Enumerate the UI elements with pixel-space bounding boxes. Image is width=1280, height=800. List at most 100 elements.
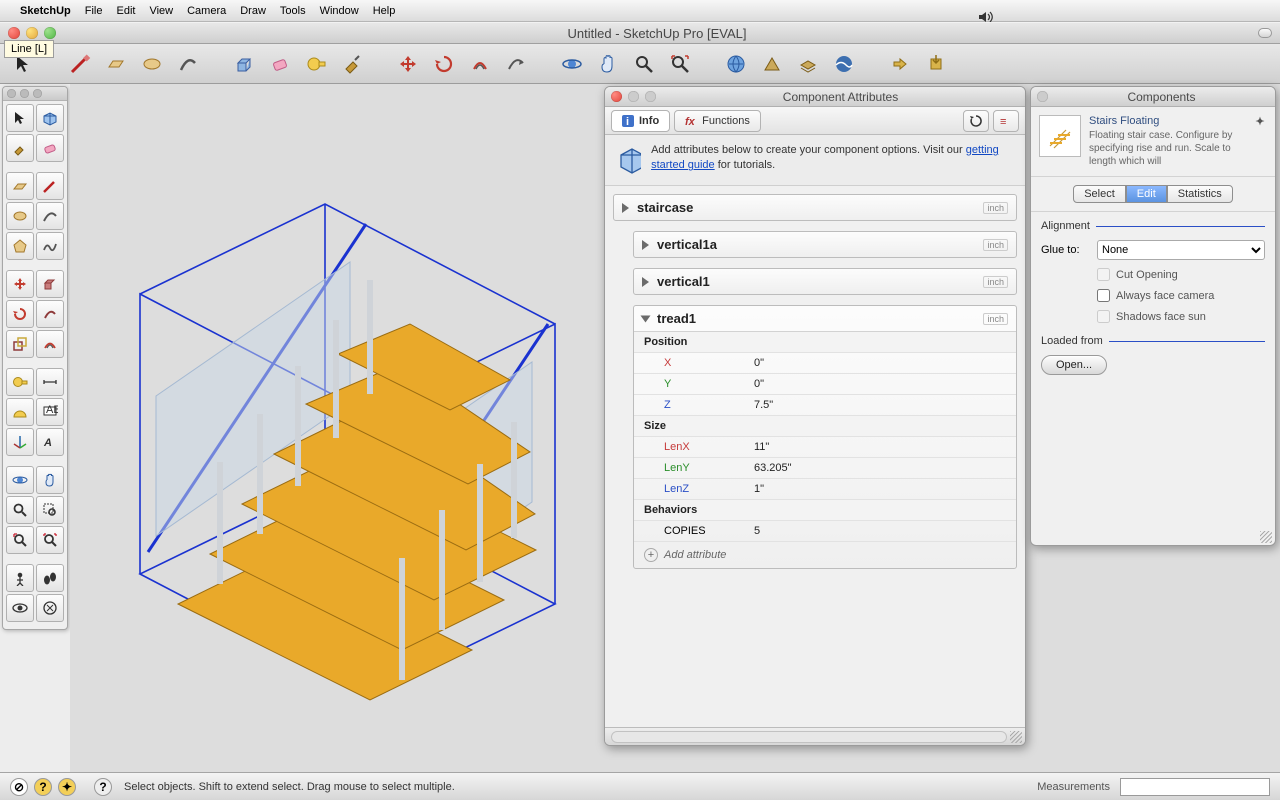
tape-tool[interactable] bbox=[6, 368, 34, 396]
menu-tools[interactable]: Tools bbox=[280, 5, 306, 17]
disclosure-icon[interactable] bbox=[641, 315, 651, 322]
key-lenx[interactable]: LenX bbox=[634, 437, 744, 458]
menu-view[interactable]: View bbox=[149, 5, 173, 17]
zoom-window-tool[interactable] bbox=[36, 496, 64, 524]
shadow-check[interactable]: Shadows face sun bbox=[1041, 310, 1265, 323]
cut-opening-check[interactable]: Cut Opening bbox=[1041, 268, 1265, 281]
measurements-input[interactable] bbox=[1120, 778, 1270, 796]
rectangle-tool[interactable] bbox=[6, 172, 34, 200]
arc-tool-icon[interactable] bbox=[174, 50, 202, 78]
attr-row-vertical1a[interactable]: vertical1ainch bbox=[633, 231, 1017, 258]
axes-tool[interactable] bbox=[6, 428, 34, 456]
menu-camera[interactable]: Camera bbox=[187, 5, 226, 17]
glue-select[interactable]: None bbox=[1097, 240, 1265, 260]
key-copies[interactable]: COPIES bbox=[634, 521, 744, 542]
zoom-extents-tool[interactable] bbox=[36, 526, 64, 554]
pan-tool[interactable] bbox=[36, 466, 64, 494]
scrollbar-horizontal[interactable] bbox=[611, 731, 1007, 743]
open-button[interactable]: Open... bbox=[1041, 355, 1107, 375]
resize-grip[interactable] bbox=[1010, 731, 1022, 743]
key-leny[interactable]: LenY bbox=[634, 458, 744, 479]
position-camera-tool[interactable] bbox=[6, 564, 34, 592]
tape-tool-icon[interactable] bbox=[302, 50, 330, 78]
rotate-tool-icon[interactable] bbox=[430, 50, 458, 78]
move-tool-icon[interactable] bbox=[394, 50, 422, 78]
pan-tool-icon[interactable] bbox=[594, 50, 622, 78]
menu-help[interactable]: Help bbox=[373, 5, 396, 17]
resize-grip[interactable] bbox=[1260, 531, 1272, 543]
circle-tool-icon[interactable] bbox=[138, 50, 166, 78]
paint-tool[interactable] bbox=[6, 134, 34, 162]
attr-list[interactable]: staircaseinch vertical1ainch vertical1in… bbox=[605, 186, 1025, 728]
val-y[interactable]: 0" bbox=[744, 374, 1016, 395]
orbit-tool-icon[interactable] bbox=[558, 50, 586, 78]
attr-min-button[interactable] bbox=[628, 91, 639, 102]
window-minimize-button[interactable] bbox=[26, 27, 38, 39]
val-copies[interactable]: 5 bbox=[744, 521, 1016, 542]
google-earth-icon[interactable] bbox=[830, 50, 858, 78]
attr-row-tread1[interactable]: tread1inch Position X0" Y0" Z7.5" Size L… bbox=[633, 305, 1017, 569]
rectangle-tool-icon[interactable] bbox=[102, 50, 130, 78]
components-header[interactable]: Components bbox=[1031, 87, 1275, 107]
tab-edit[interactable]: Edit bbox=[1126, 185, 1167, 203]
get-models-icon[interactable] bbox=[722, 50, 750, 78]
toggle-formula-button[interactable]: ≡ bbox=[993, 110, 1019, 132]
circle-tool[interactable] bbox=[6, 202, 34, 230]
menu-edit[interactable]: Edit bbox=[116, 5, 135, 17]
previous-view-tool[interactable] bbox=[6, 526, 34, 554]
volume-icon[interactable] bbox=[978, 11, 1270, 23]
face-camera-check[interactable]: Always face camera bbox=[1041, 289, 1265, 302]
zoom-tool-icon[interactable] bbox=[630, 50, 658, 78]
text-tool[interactable]: ABC bbox=[36, 398, 64, 426]
freehand-tool[interactable] bbox=[36, 232, 64, 260]
val-lenx[interactable]: 11" bbox=[744, 437, 1016, 458]
share-model-icon[interactable] bbox=[758, 50, 786, 78]
help-icon[interactable]: ? bbox=[94, 778, 112, 796]
paint-tool-icon[interactable] bbox=[338, 50, 366, 78]
attr-row-vertical1[interactable]: vertical1inch bbox=[633, 268, 1017, 295]
disclosure-icon[interactable] bbox=[642, 277, 649, 287]
rotate-tool[interactable] bbox=[6, 300, 34, 328]
walk-tool[interactable] bbox=[36, 564, 64, 592]
toolbar-pill-button[interactable] bbox=[1258, 28, 1272, 38]
polygon-tool[interactable] bbox=[6, 232, 34, 260]
tab-statistics[interactable]: Statistics bbox=[1167, 185, 1233, 203]
window-zoom-button[interactable] bbox=[44, 27, 56, 39]
line-tool[interactable] bbox=[36, 172, 64, 200]
protractor-tool[interactable] bbox=[6, 398, 34, 426]
geo-icon[interactable]: ⊘ bbox=[10, 778, 28, 796]
followme-tool[interactable] bbox=[36, 300, 64, 328]
component-thumb[interactable] bbox=[1039, 115, 1081, 157]
zoom-tool[interactable] bbox=[6, 496, 34, 524]
section-tool[interactable] bbox=[36, 594, 64, 622]
val-lenz[interactable]: 1" bbox=[744, 479, 1016, 500]
orbit-tool[interactable] bbox=[6, 466, 34, 494]
disclosure-icon[interactable] bbox=[642, 240, 649, 250]
arc-tool[interactable] bbox=[36, 202, 64, 230]
key-y[interactable]: Y bbox=[634, 374, 744, 395]
eraser-tool-icon[interactable] bbox=[266, 50, 294, 78]
layers-icon[interactable] bbox=[794, 50, 822, 78]
dimension-tool[interactable] bbox=[36, 368, 64, 396]
claim-icon[interactable]: ✦ bbox=[58, 778, 76, 796]
attr-close-button[interactable] bbox=[611, 91, 622, 102]
offset-tool[interactable] bbox=[36, 330, 64, 358]
line-tool-icon[interactable] bbox=[66, 50, 94, 78]
val-leny[interactable]: 63.205" bbox=[744, 458, 1016, 479]
menu-window[interactable]: Window bbox=[320, 5, 359, 17]
pushpull-tool[interactable] bbox=[36, 270, 64, 298]
attr-panel-header[interactable]: Component Attributes bbox=[605, 87, 1025, 107]
window-close-button[interactable] bbox=[8, 27, 20, 39]
scale-tool[interactable] bbox=[6, 330, 34, 358]
menu-file[interactable]: File bbox=[85, 5, 103, 17]
app-menu[interactable]: SketchUp bbox=[20, 5, 71, 17]
tab-select[interactable]: Select bbox=[1073, 185, 1126, 203]
tab-functions[interactable]: fx Functions bbox=[674, 110, 761, 132]
import-icon[interactable] bbox=[922, 50, 950, 78]
key-lenz[interactable]: LenZ bbox=[634, 479, 744, 500]
component-tool[interactable] bbox=[36, 104, 64, 132]
comp-close-button[interactable] bbox=[1037, 91, 1048, 102]
refresh-button[interactable] bbox=[963, 110, 989, 132]
tool-palette-header[interactable] bbox=[3, 87, 67, 101]
val-z[interactable]: 7.5" bbox=[744, 395, 1016, 416]
